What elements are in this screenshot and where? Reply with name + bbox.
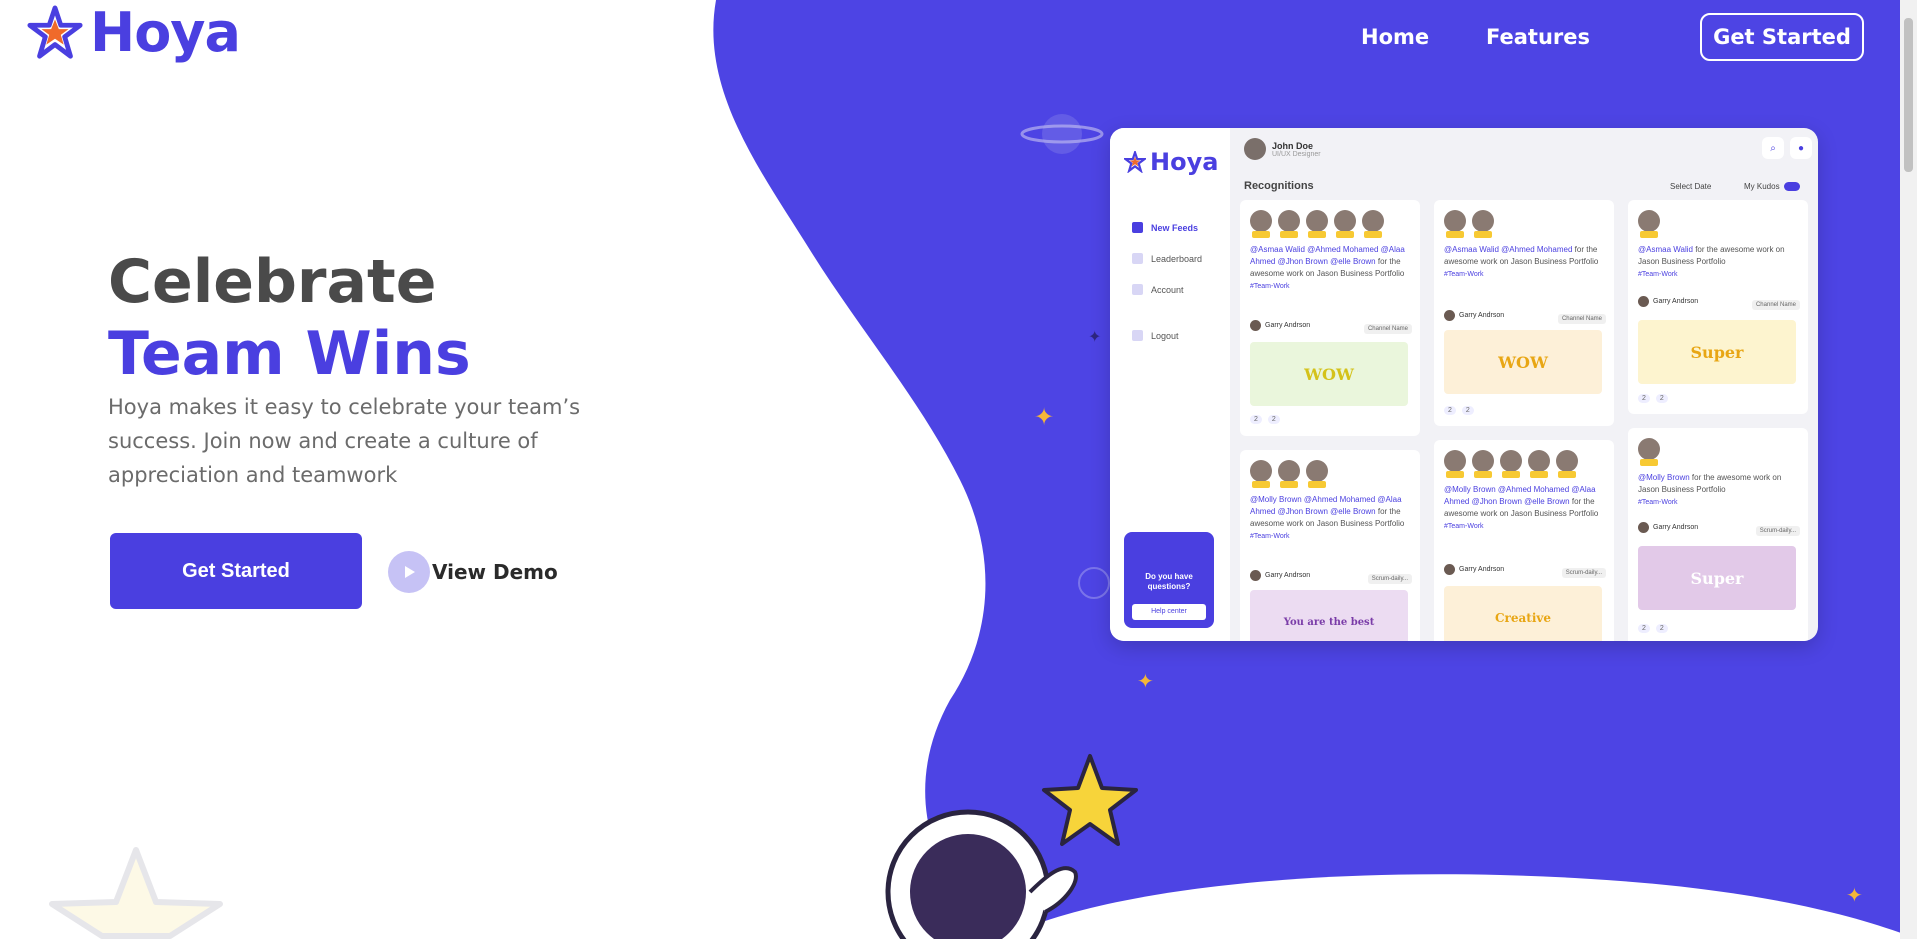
card-reactions: 22 <box>1638 624 1668 633</box>
sidebar-item-account: Account <box>1132 284 1184 295</box>
hero-title-line2: Team Wins <box>108 319 471 389</box>
mockup-topbar: John Doe UI/UX Designer ⌕ ● <box>1230 128 1818 168</box>
sparkle-icon: ✦ <box>1137 671 1154 693</box>
star-decoration-icon <box>49 847 223 939</box>
view-demo-button[interactable]: View Demo <box>388 551 558 593</box>
card-message: @Asmaa Walid @Ahmed Mohamed for the awes… <box>1444 245 1599 278</box>
user-icon <box>1132 284 1143 295</box>
mockup-brand-name: Hoya <box>1150 148 1219 176</box>
play-icon <box>388 551 430 593</box>
card-message: @Molly Brown for the awesome work on Jas… <box>1638 473 1782 506</box>
star-logo-icon <box>27 5 83 59</box>
toggle-switch <box>1783 182 1800 191</box>
sticker-image: Creative <box>1444 586 1602 641</box>
recognition-card: @Asmaa Walid for the awesome work on Jas… <box>1628 200 1808 414</box>
mockup-user-name: John Doe <box>1272 140 1314 151</box>
kudos-label: My Kudos <box>1744 182 1780 191</box>
avatar <box>1244 138 1266 160</box>
sidebar-item-leaderboard: Leaderboard <box>1132 253 1202 264</box>
sticker-image: Super <box>1638 546 1796 610</box>
card-message: @Asmaa Walid for the awesome work on Jas… <box>1638 245 1785 278</box>
card-reactions: 22 <box>1250 415 1280 424</box>
search-icon: ⌕ <box>1762 137 1784 159</box>
card-author: Garry Andrson <box>1638 296 1698 307</box>
card-reactions: 22 <box>1638 394 1668 403</box>
sticker-image: WOW <box>1250 342 1408 406</box>
help-center-button: Help center <box>1132 604 1206 620</box>
planet-icon <box>1078 567 1110 599</box>
brand-name: Hoya <box>90 1 241 64</box>
mockup-user-role: UI/UX Designer <box>1272 150 1321 158</box>
card-avatars <box>1638 210 1660 238</box>
card-avatars <box>1250 210 1384 238</box>
channel-chip: Scrum-daily... <box>1755 526 1800 536</box>
card-avatars <box>1638 438 1660 466</box>
card-avatars <box>1444 210 1494 238</box>
recognition-card: @Molly Brown @Ahmed Mohamed @Alaa Ahmed … <box>1434 440 1614 641</box>
sticker-image: Super <box>1638 320 1796 384</box>
mockup-section-title: Recognitions <box>1244 180 1314 192</box>
help-question: Do you have questions? <box>1145 572 1193 591</box>
scrollbar-thumb[interactable] <box>1904 18 1913 172</box>
mockup-logo: Hoya <box>1124 148 1218 176</box>
sidebar-item-label: New Feeds <box>1151 222 1199 233</box>
sticker-image: You are the best <box>1250 590 1408 641</box>
card-author: Garry Andrson <box>1250 570 1310 581</box>
sidebar-item-logout: Logout <box>1132 330 1179 341</box>
sidebar-item-label: Account <box>1151 284 1184 295</box>
hero-subtitle: Hoya makes it easy to celebrate your tea… <box>108 395 581 487</box>
sparkle-icon: ✦ <box>1088 329 1102 346</box>
sparkle-icon: ✦ <box>1846 885 1863 907</box>
astronaut-illustration <box>885 754 1138 939</box>
dashboard-preview: Hoya New Feeds Leaderboard Account Logou… <box>1110 128 1818 641</box>
channel-chip: Scrum-daily... <box>1367 574 1412 584</box>
card-author: Garry Andrson <box>1250 320 1310 331</box>
brand-logo[interactable]: Hoya <box>26 1 241 64</box>
hero-get-started-button[interactable]: Get Started <box>110 533 362 609</box>
view-demo-label: View Demo <box>432 560 558 584</box>
card-message: @Molly Brown @Ahmed Mohamed @Alaa Ahmed … <box>1444 485 1599 530</box>
card-author: Garry Andrson <box>1638 522 1698 533</box>
home-icon <box>1132 222 1143 233</box>
mockup-kudos-toggle: My Kudos <box>1744 182 1800 191</box>
planet-icon <box>1020 114 1104 154</box>
card-avatars <box>1444 450 1578 478</box>
sticker-image: WOW <box>1444 330 1602 394</box>
recognition-card: @Molly Brown @Ahmed Mohamed @Alaa Ahmed … <box>1240 450 1420 641</box>
recognition-card: @Asmaa Walid @Ahmed Mohamed @Alaa Ahmed … <box>1240 200 1420 436</box>
hero-title: Celebrate Team Wins <box>108 246 471 390</box>
mockup-sidebar: Hoya New Feeds Leaderboard Account Logou… <box>1110 128 1230 641</box>
mockup-user: John Doe UI/UX Designer <box>1244 138 1321 160</box>
nav-features-link[interactable]: Features <box>1486 25 1590 49</box>
sidebar-item-label: Leaderboard <box>1151 253 1203 264</box>
logout-icon <box>1132 330 1143 341</box>
sparkle-icon: ✦ <box>1034 404 1055 431</box>
nav-get-started-button[interactable]: Get Started <box>1700 13 1864 61</box>
sidebar-item-label: Logout <box>1151 330 1179 341</box>
card-author: Garry Andrson <box>1444 564 1504 575</box>
channel-chip: Channel Name <box>1751 300 1800 310</box>
star-logo-icon <box>1124 151 1146 173</box>
hero-title-line1: Celebrate <box>108 247 437 317</box>
channel-chip: Scrum-daily... <box>1561 568 1606 578</box>
channel-chip: Channel Name <box>1557 314 1606 324</box>
chart-icon <box>1132 253 1143 264</box>
card-avatars <box>1250 460 1328 488</box>
card-reactions: 22 <box>1444 406 1474 415</box>
scrollbar[interactable] <box>1900 0 1917 939</box>
channel-chip: Channel Name <box>1363 324 1412 334</box>
help-card: Do you have questions? Help center <box>1124 532 1214 628</box>
card-message: @Molly Brown @Ahmed Mohamed @Alaa Ahmed … <box>1250 495 1405 540</box>
card-author: Garry Andrson <box>1444 310 1504 321</box>
nav-home-link[interactable]: Home <box>1361 25 1429 49</box>
recognition-card: @Asmaa Walid @Ahmed Mohamed for the awes… <box>1434 200 1614 426</box>
bell-icon: ● <box>1790 137 1812 159</box>
sidebar-item-new-feeds: New Feeds <box>1132 222 1198 233</box>
mockup-date-filter: Select Date <box>1670 182 1712 191</box>
card-message: @Asmaa Walid @Ahmed Mohamed @Alaa Ahmed … <box>1250 245 1405 290</box>
recognition-card: @Molly Brown for the awesome work on Jas… <box>1628 428 1808 641</box>
